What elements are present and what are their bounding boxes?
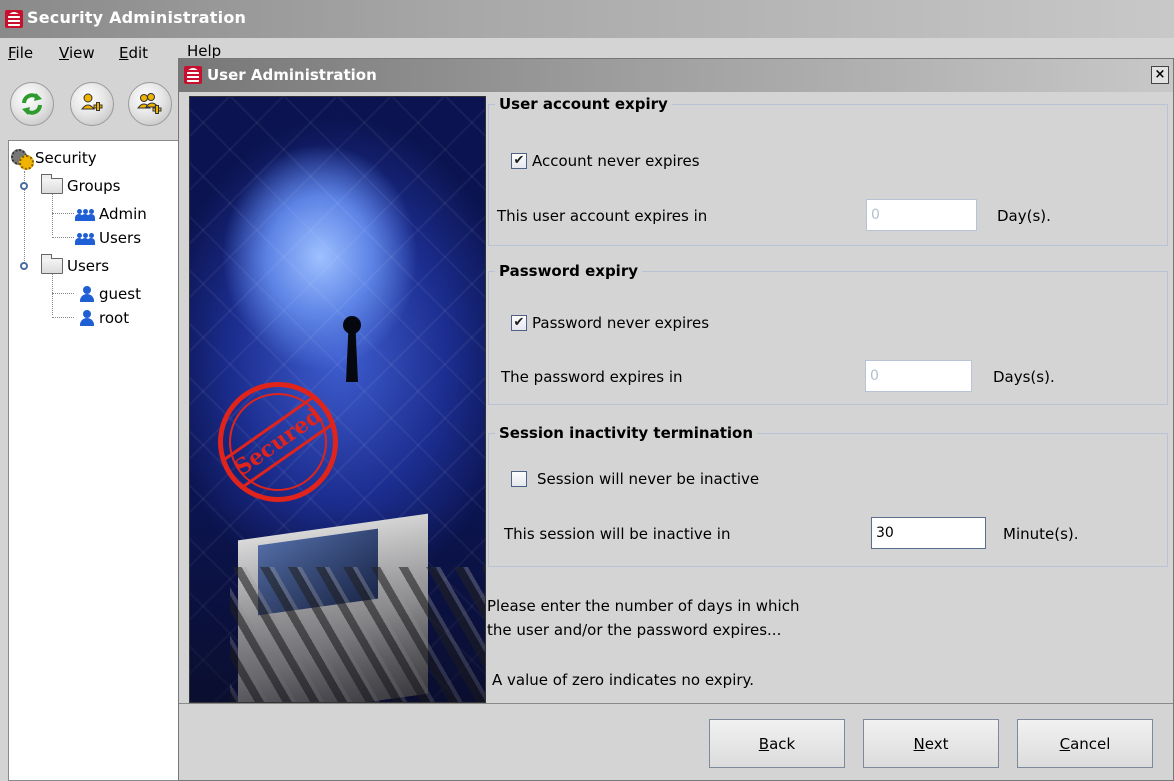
session-inactive-label: This session will be inactive in: [504, 525, 731, 543]
close-button[interactable]: ×: [1151, 66, 1169, 84]
tree-node-groups[interactable]: Groups: [41, 174, 121, 197]
app-logo-icon: [184, 66, 202, 84]
security-icon: [11, 149, 34, 170]
main-titlebar[interactable]: Security Administration: [0, 0, 1174, 38]
menu-view[interactable]: View: [59, 44, 95, 62]
toolbar: [0, 64, 190, 136]
password-expiry-group: Password expiry ✔ Password never expires…: [488, 262, 1168, 405]
banner-shading: [190, 502, 485, 702]
password-never-expires-checkbox[interactable]: ✔: [511, 315, 527, 331]
tree-node-label: Users: [67, 257, 110, 275]
tree-node-label: root: [99, 309, 130, 327]
password-expires-label: The password expires in: [501, 368, 683, 386]
security-tree[interactable]: Security Groups Admin Users Users guest …: [8, 140, 182, 781]
dialog-divider: [179, 703, 1173, 704]
help-text-line-1: Please enter the number of days in which: [487, 597, 800, 615]
tree-node-label: Admin: [99, 205, 147, 223]
password-never-expires-label[interactable]: Password never expires: [532, 314, 709, 332]
help-text-line-3: A value of zero indicates no expiry.: [492, 671, 755, 689]
tree-node-label: guest: [99, 285, 141, 303]
tree-node-label: Users: [99, 229, 142, 247]
refresh-button[interactable]: [10, 82, 54, 126]
back-button[interactable]: Back: [709, 719, 845, 768]
tree-node-label: Security: [35, 149, 97, 167]
dialog-title: User Administration: [207, 66, 377, 84]
session-inactivity-title: Session inactivity termination: [495, 424, 758, 442]
expander-groups-icon[interactable]: [20, 182, 28, 190]
account-expiry-days-input[interactable]: [866, 199, 977, 231]
password-expiry-title: Password expiry: [495, 262, 642, 280]
cancel-button[interactable]: Cancel: [1017, 719, 1153, 768]
session-inactive-unit: Minute(s).: [1003, 525, 1079, 543]
user-icon: [79, 286, 95, 302]
tree-node-security[interactable]: Security: [11, 147, 97, 170]
session-never-inactive-label[interactable]: Session will never be inactive: [537, 470, 759, 488]
tree-node-label: Groups: [67, 177, 121, 195]
group-icon: [75, 231, 95, 245]
session-inactive-minutes-input[interactable]: [871, 517, 986, 549]
dialog-titlebar[interactable]: User Administration ×: [179, 59, 1173, 92]
help-text-line-2: the user and/or the password expires...: [487, 621, 782, 639]
tree-connector: [52, 317, 74, 318]
secured-stamp: Secured: [218, 382, 338, 502]
tree-node-group-admin[interactable]: Admin: [75, 203, 147, 225]
menu-file[interactable]: File: [8, 44, 33, 62]
expander-users-icon[interactable]: [20, 262, 28, 270]
password-expiry-unit: Days(s).: [993, 368, 1055, 386]
group-icon: [75, 207, 95, 221]
tree-connector: [52, 237, 74, 238]
account-never-expires-label[interactable]: Account never expires: [532, 152, 700, 170]
add-group-button[interactable]: [128, 82, 172, 126]
app-logo-icon: [5, 10, 23, 28]
add-user-icon: [80, 93, 103, 111]
menu-edit[interactable]: Edit: [119, 44, 148, 62]
tree-node-user-guest[interactable]: guest: [79, 283, 141, 305]
user-administration-dialog: User Administration × Secured User accou…: [178, 58, 1174, 781]
security-banner-image: Secured: [189, 96, 486, 703]
tree-connector: [52, 213, 74, 214]
tree-node-group-users[interactable]: Users: [75, 227, 141, 249]
account-expiry-title: User account expiry: [495, 95, 672, 113]
secured-stamp-text: Secured: [223, 396, 333, 488]
account-expires-label: This user account expires in: [497, 207, 708, 225]
add-group-icon: [136, 93, 162, 114]
account-never-expires-checkbox[interactable]: ✔: [511, 153, 527, 169]
folder-icon: [41, 174, 63, 194]
add-user-button[interactable]: [70, 82, 114, 126]
main-window-title: Security Administration: [27, 8, 247, 27]
refresh-icon: [22, 93, 42, 115]
session-never-inactive-checkbox[interactable]: [511, 471, 527, 487]
user-icon: [79, 310, 95, 326]
password-expiry-days-input[interactable]: [865, 360, 972, 392]
folder-icon: [41, 254, 63, 274]
keyhole-graphic: [342, 316, 362, 386]
session-inactivity-group: Session inactivity termination Session w…: [488, 424, 1168, 567]
account-expiry-unit: Day(s).: [997, 207, 1051, 225]
tree-node-user-root[interactable]: root: [79, 307, 129, 329]
tree-connector: [52, 293, 74, 294]
account-expiry-group: User account expiry ✔ Account never expi…: [488, 95, 1168, 246]
tree-node-users[interactable]: Users: [41, 254, 110, 277]
dialog-button-bar: Back Next Cancel: [179, 709, 1173, 781]
next-button[interactable]: Next: [863, 719, 999, 768]
